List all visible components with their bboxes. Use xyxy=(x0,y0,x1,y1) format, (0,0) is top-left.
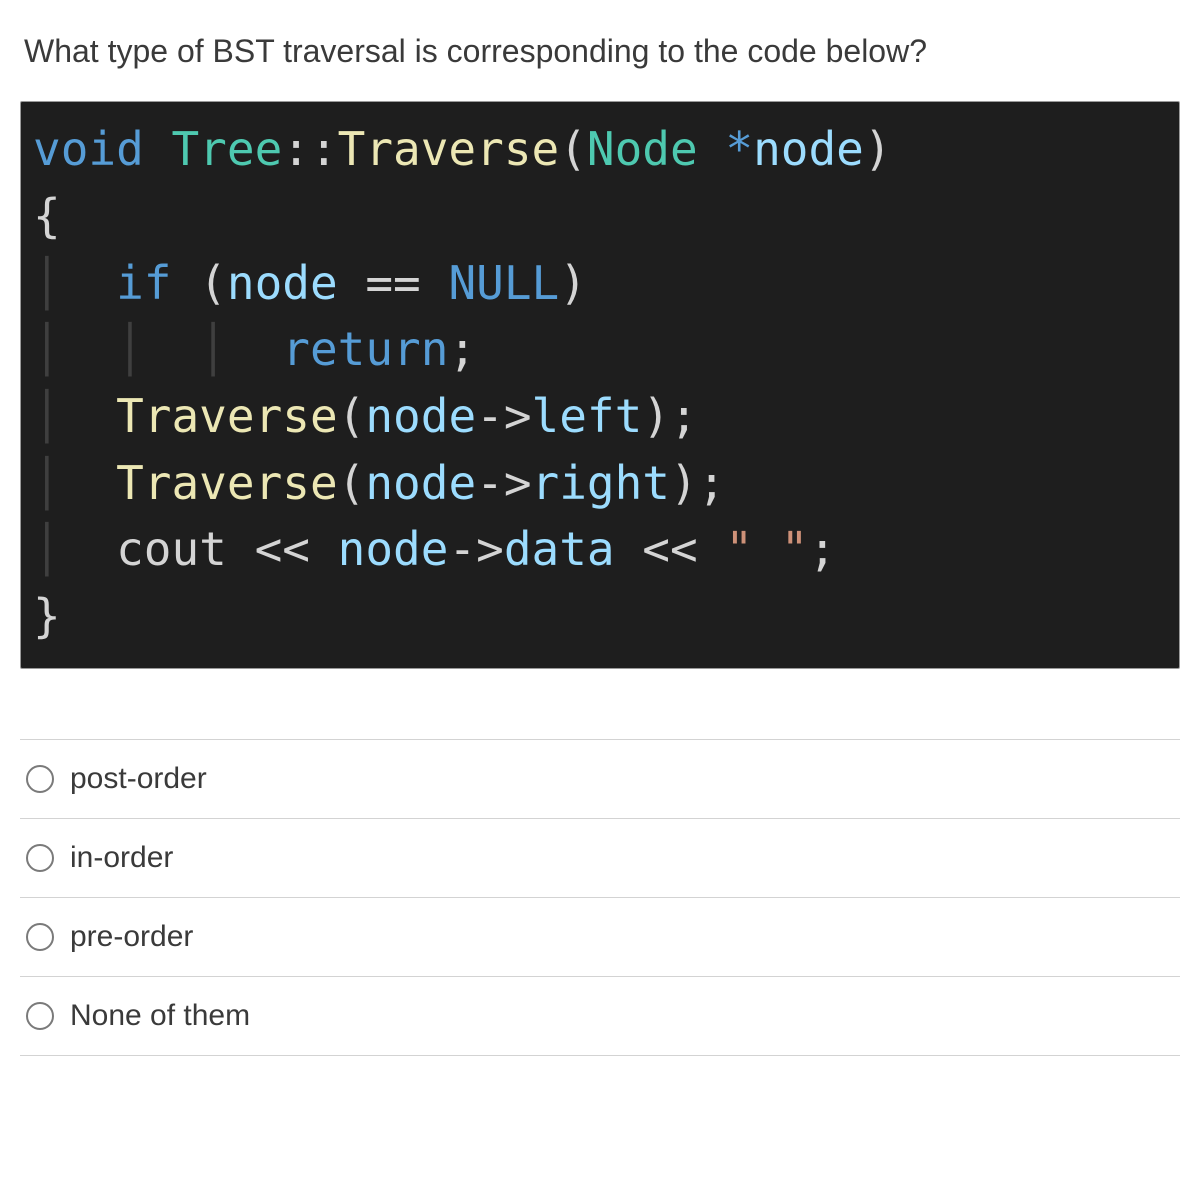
paren: ( xyxy=(338,389,366,443)
call-traverse-2: Traverse xyxy=(116,456,338,510)
paren-close-semi: ); xyxy=(670,456,725,510)
paren-close-semi: ); xyxy=(642,389,697,443)
option-post-order[interactable]: post-order xyxy=(20,739,1180,819)
obj-node: node xyxy=(365,456,476,510)
paren-open: ( xyxy=(559,122,587,176)
question-text: What type of BST traversal is correspond… xyxy=(20,30,1180,101)
member-data: data xyxy=(504,522,615,576)
semicolon: ; xyxy=(448,322,476,376)
arrow-op: -> xyxy=(476,456,531,510)
arrow-op: -> xyxy=(476,389,531,443)
null-literal: NULL xyxy=(448,256,559,310)
string-literal: " " xyxy=(725,522,808,576)
option-pre-order[interactable]: pre-order xyxy=(20,898,1180,977)
member-right: right xyxy=(532,456,670,510)
option-label: post-order xyxy=(70,762,207,796)
cout: cout xyxy=(116,522,227,576)
keyword-if: if xyxy=(116,256,171,310)
option-label: in-order xyxy=(70,841,173,875)
answer-options: post-order in-order pre-order None of th… xyxy=(20,739,1180,1056)
option-in-order[interactable]: in-order xyxy=(20,819,1180,898)
call-traverse-1: Traverse xyxy=(116,389,338,443)
member-left: left xyxy=(532,389,643,443)
scope-operator: :: xyxy=(282,122,337,176)
keyword-void: void xyxy=(33,122,144,176)
radio-icon[interactable] xyxy=(26,1002,54,1030)
function-name: Traverse xyxy=(338,122,560,176)
option-none[interactable]: None of them xyxy=(20,977,1180,1056)
radio-icon[interactable] xyxy=(26,765,54,793)
if-paren-close: ) xyxy=(559,256,587,310)
option-label: pre-order xyxy=(70,920,193,954)
radio-icon[interactable] xyxy=(26,844,54,872)
option-label: None of them xyxy=(70,999,250,1033)
keyword-return: return xyxy=(282,322,448,376)
brace-close: } xyxy=(33,589,61,643)
obj-node: node xyxy=(338,522,449,576)
semicolon: ; xyxy=(808,522,836,576)
arrow-op: -> xyxy=(448,522,503,576)
paren-close: ) xyxy=(864,122,892,176)
type-tree: Tree xyxy=(171,122,282,176)
stream-op: << xyxy=(227,522,338,576)
if-var: node xyxy=(227,256,338,310)
if-paren-open: ( xyxy=(171,256,226,310)
paren: ( xyxy=(338,456,366,510)
param-name: node xyxy=(753,122,864,176)
code-block: void Tree::Traverse(Node *node) { │ if (… xyxy=(20,101,1180,669)
obj-node: node xyxy=(365,389,476,443)
stream-op: << xyxy=(615,522,726,576)
eq-operator: == xyxy=(338,256,449,310)
radio-icon[interactable] xyxy=(26,923,54,951)
pointer-star: * xyxy=(698,122,753,176)
brace-open: { xyxy=(33,189,61,243)
type-node: Node xyxy=(587,122,698,176)
